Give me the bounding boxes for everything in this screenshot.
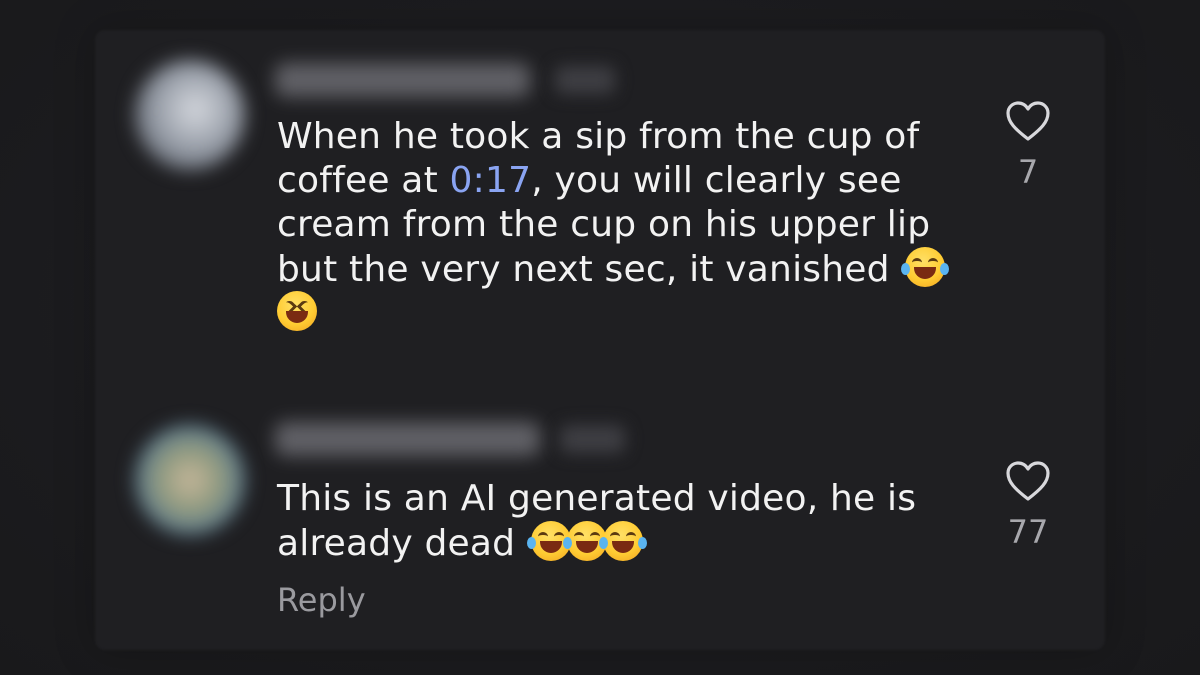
like-control: 7 (990, 100, 1066, 190)
comment-text-segment: coffee at (277, 160, 450, 201)
comment-time-blurred (560, 425, 625, 453)
comments-view: When he took a sip from the cup of coffe… (0, 0, 1200, 675)
like-control: 77 (990, 460, 1066, 550)
avatar[interactable] (135, 60, 245, 170)
heart-outline-icon[interactable] (1005, 100, 1051, 142)
comment-line: cream from the cup on his upper lip (277, 204, 931, 245)
avatar[interactable] (135, 425, 245, 535)
like-count: 7 (1017, 153, 1039, 191)
heart-outline-icon[interactable] (1005, 460, 1051, 502)
emoji-group (526, 521, 647, 564)
comment-line: but the very next sec, it vanished (277, 247, 950, 291)
comment-line: When he took a sip from the cup of (277, 116, 920, 157)
comment-text-segment: already dead (277, 523, 516, 564)
comment-line: This is an AI generated video, he is (277, 478, 917, 519)
comment-text-segment: but the very next sec, it vanished (277, 249, 890, 290)
comment-time-blurred (555, 66, 615, 94)
comment-text-segment: , you will clearly see (531, 160, 902, 201)
like-count: 77 (1007, 513, 1049, 551)
comment-line: already dead (277, 521, 916, 565)
face-with-tears-of-joy-icon (598, 521, 647, 561)
comment-text: When he took a sip from the cup of coffe… (277, 115, 950, 335)
reply-button[interactable]: Reply (277, 580, 366, 620)
comment-text: This is an AI generated video, he is alr… (277, 477, 916, 565)
grinning-squinting-face-icon (277, 291, 317, 331)
video-timestamp-link[interactable]: 0:17 (450, 160, 532, 201)
comment-line: coffee at 0:17, you will clearly see (277, 159, 945, 203)
username-blurred[interactable] (275, 422, 540, 456)
comment-line (277, 291, 945, 335)
username-blurred[interactable] (275, 63, 530, 97)
face-with-tears-of-joy-icon (901, 247, 950, 287)
